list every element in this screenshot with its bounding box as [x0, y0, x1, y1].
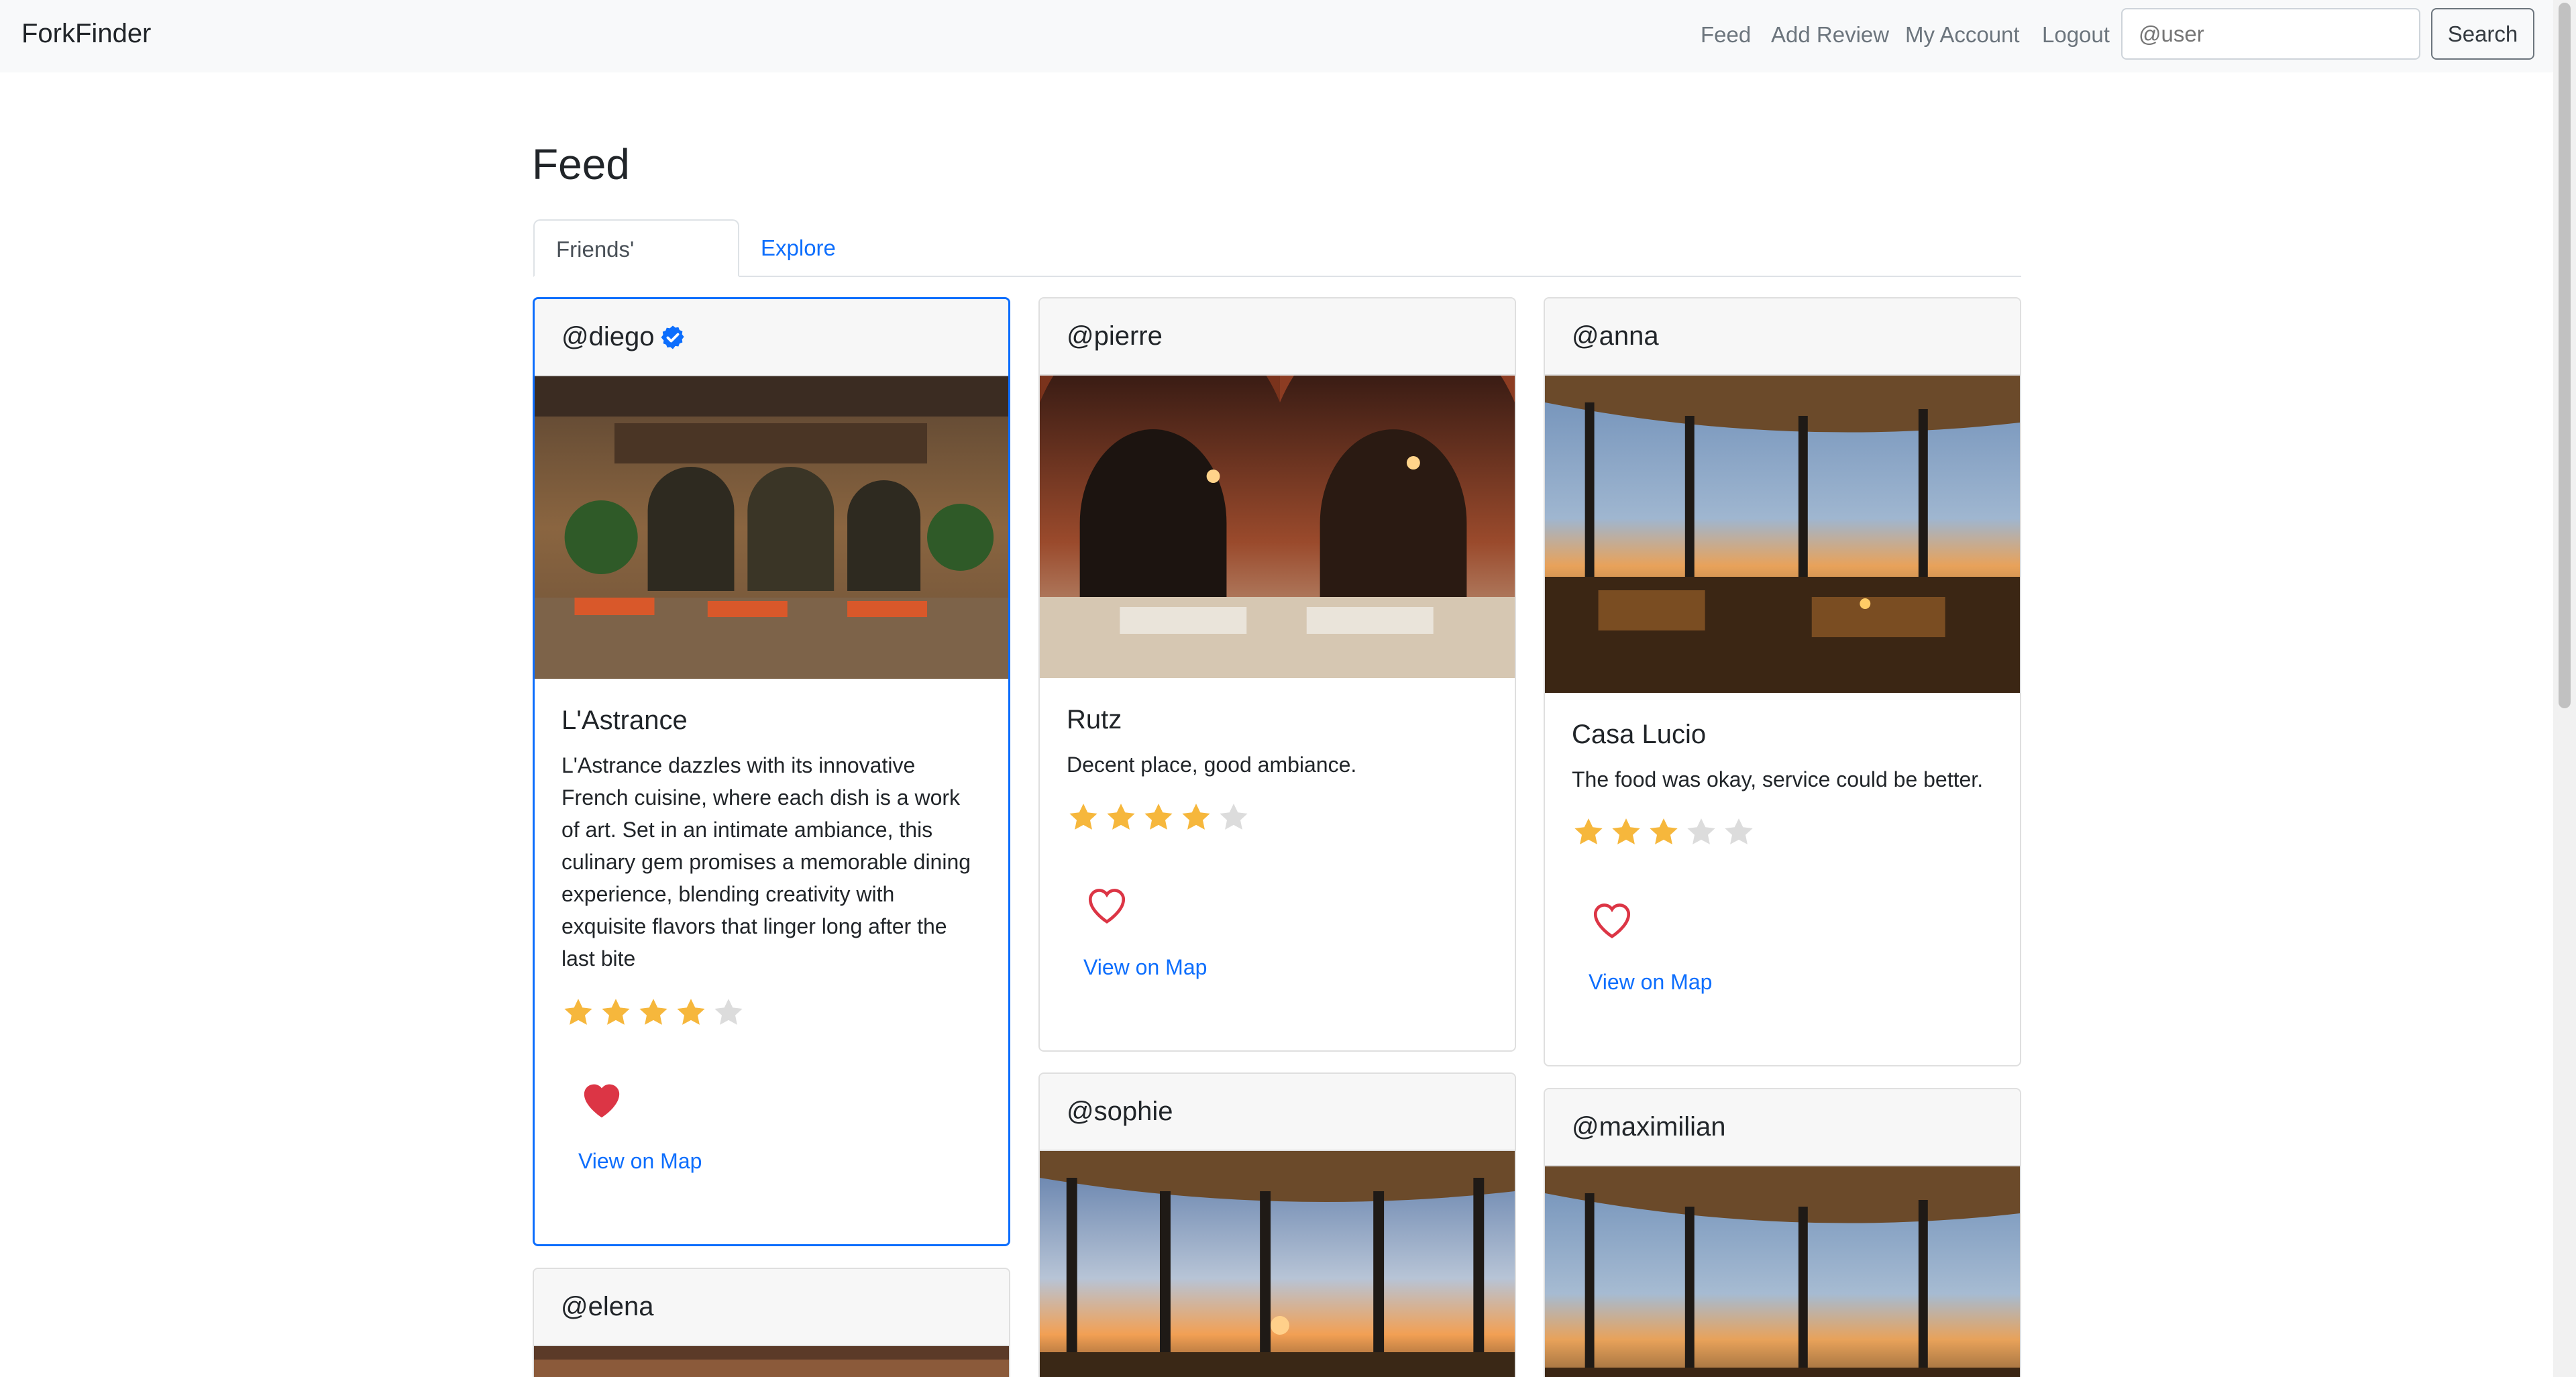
- navbar: ForkFinder Feed Add Review My Account Lo…: [0, 0, 2553, 72]
- view-on-map-link[interactable]: View on Map: [1083, 955, 1488, 980]
- review-card[interactable]: @diego L'Astrance L'Astrance dazzles wit…: [533, 297, 1010, 1246]
- restaurant-name[interactable]: L'Astrance: [561, 706, 981, 736]
- page-title: Feed: [532, 140, 630, 188]
- nav-link-logout[interactable]: Logout: [2042, 22, 2110, 48]
- star-icon: [639, 999, 667, 1025]
- feed-tabs: Friends' Advices Explore: [533, 219, 2021, 319]
- restaurant-photo: [534, 1346, 1009, 1377]
- nav-link-add-review[interactable]: Add Review: [1771, 22, 1889, 48]
- scrollbar-thumb[interactable]: [2559, 3, 2571, 708]
- review-text: Decent place, good ambiance.: [1067, 753, 1357, 777]
- star-rating: [1572, 816, 1993, 849]
- verified-check-icon: [661, 325, 685, 349]
- star-icon: [677, 999, 705, 1025]
- tab-explore[interactable]: Explore: [739, 219, 857, 277]
- review-text: The food was okay, service could be bett…: [1572, 767, 1984, 791]
- tab-friends-advices[interactable]: Friends' Advices: [533, 219, 739, 319]
- card-header: @elena: [534, 1269, 1009, 1346]
- heart-outline-icon[interactable]: [1589, 897, 1635, 940]
- nav-link-my-account[interactable]: My Account: [1905, 22, 2020, 48]
- restaurant-photo: [1040, 1151, 1515, 1377]
- brand-logo[interactable]: ForkFinder: [21, 19, 151, 49]
- card-username[interactable]: @sophie: [1067, 1097, 1173, 1127]
- star-icon: [1650, 818, 1678, 844]
- card-username[interactable]: @pierre: [1067, 321, 1163, 351]
- card-username[interactable]: @diego: [561, 322, 654, 352]
- review-text: L'Astrance dazzles with its innovative F…: [561, 753, 971, 971]
- view-on-map-link[interactable]: View on Map: [578, 1149, 981, 1174]
- star-icon: [1182, 804, 1210, 830]
- star-icon: [1144, 804, 1173, 830]
- star-icon: [714, 999, 743, 1025]
- card-username[interactable]: @maximilian: [1572, 1112, 1726, 1142]
- card-header: @pierre: [1040, 298, 1515, 376]
- star-icon: [1107, 804, 1135, 830]
- star-rating: [1067, 801, 1488, 834]
- card-header: @maximilian: [1545, 1089, 2020, 1166]
- restaurant-name[interactable]: Rutz: [1067, 705, 1488, 735]
- user-search-input[interactable]: [2121, 8, 2420, 60]
- star-icon: [1574, 818, 1603, 844]
- restaurant-photo: [1545, 1166, 2020, 1377]
- heart-filled-icon[interactable]: [578, 1077, 625, 1119]
- review-card[interactable]: @anna Casa Lucio The food was okay, serv…: [1544, 297, 2021, 1066]
- review-card[interactable]: @maximilian: [1544, 1088, 2021, 1377]
- restaurant-photo: [535, 376, 1008, 679]
- restaurant-photo: [1040, 376, 1515, 678]
- page-scrollbar[interactable]: [2553, 0, 2576, 1377]
- restaurant-name[interactable]: Casa Lucio: [1572, 720, 1993, 750]
- star-icon: [602, 999, 630, 1025]
- card-username[interactable]: @elena: [561, 1292, 653, 1322]
- restaurant-photo: [1545, 376, 2020, 693]
- review-card[interactable]: @sophie: [1038, 1072, 1516, 1377]
- card-header: @diego: [535, 299, 1008, 376]
- card-header: @sophie: [1040, 1074, 1515, 1151]
- star-icon: [1220, 804, 1248, 830]
- star-rating: [561, 996, 981, 1030]
- star-icon: [1069, 804, 1097, 830]
- star-icon: [564, 999, 592, 1025]
- search-button[interactable]: Search: [2431, 8, 2534, 60]
- star-icon: [1687, 818, 1715, 844]
- heart-outline-icon[interactable]: [1083, 883, 1130, 926]
- nav-link-feed[interactable]: Feed: [1701, 22, 1751, 48]
- review-card[interactable]: @elena: [533, 1268, 1010, 1377]
- view-on-map-link[interactable]: View on Map: [1589, 970, 1993, 995]
- review-card[interactable]: @pierre Rutz Decent place, good ambiance…: [1038, 297, 1516, 1052]
- card-header: @anna: [1545, 298, 2020, 376]
- card-username[interactable]: @anna: [1572, 321, 1659, 351]
- star-icon: [1725, 818, 1753, 844]
- star-icon: [1612, 818, 1640, 844]
